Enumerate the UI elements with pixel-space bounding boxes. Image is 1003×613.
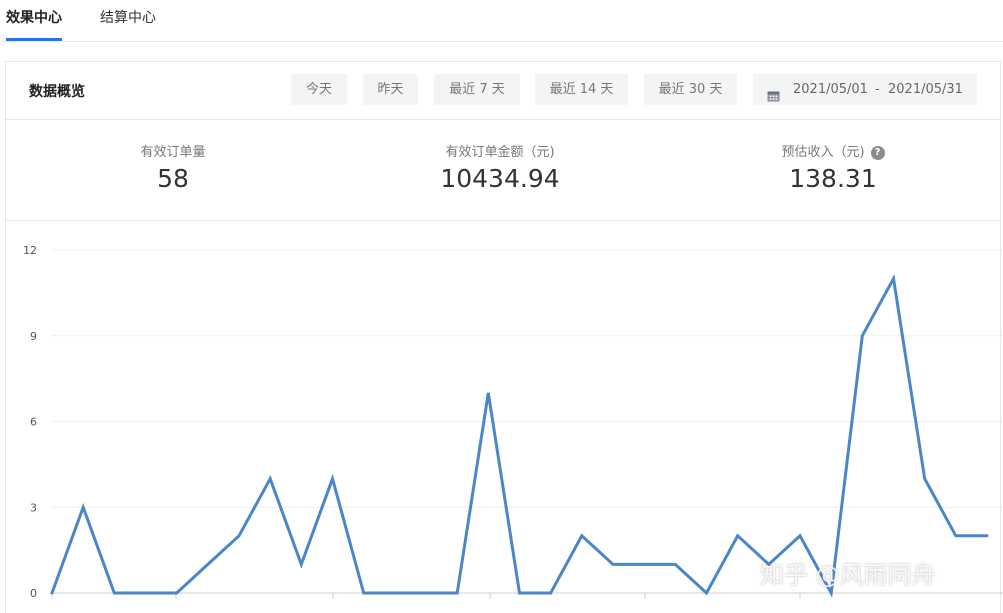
data-point: [300, 563, 303, 566]
metric-label: 有效订单金额（元): [445, 145, 555, 160]
data-point: [175, 592, 178, 595]
card-title: 数据概览: [29, 84, 85, 100]
date-range-start: 2021/05/01: [793, 82, 868, 97]
data-point: [986, 534, 989, 537]
date-range-end: 2021/05/31: [888, 82, 963, 97]
range-30-days-button[interactable]: 最近 30 天: [644, 74, 737, 105]
y-tick-label: 9: [30, 330, 37, 343]
metric-value: 58: [157, 164, 189, 193]
data-point: [799, 534, 802, 537]
metric-value: 10434.94: [440, 164, 560, 193]
data-point: [705, 592, 708, 595]
y-tick-label: 3: [30, 501, 37, 514]
data-point: [113, 592, 116, 595]
range-14-days-button[interactable]: 最近 14 天: [535, 74, 628, 105]
card-header: 数据概览 今天 昨天 最近 7 天 最近 14 天 最近 30 天 2021/0…: [6, 62, 1000, 120]
data-point: [830, 592, 833, 595]
watermark-text: 知乎 @风雨同舟: [760, 561, 936, 589]
data-point: [331, 477, 334, 480]
range-yesterday-button[interactable]: 昨天: [363, 74, 418, 105]
data-point: [456, 592, 459, 595]
data-point: [580, 534, 583, 537]
series-line: [50, 273, 989, 598]
data-point: [674, 563, 677, 566]
data-point: [144, 592, 147, 595]
data-point: [643, 563, 646, 566]
data-point: [861, 334, 864, 337]
data-point: [269, 477, 272, 480]
range-7-days-button[interactable]: 最近 7 天: [434, 74, 520, 105]
metric-value: 138.31: [789, 164, 877, 193]
data-point: [549, 592, 552, 595]
data-point: [923, 477, 926, 480]
data-point: [487, 391, 490, 394]
metric-estimated-income: 预估收入（元)? 138.31: [683, 120, 983, 221]
date-range-separator: -: [875, 82, 880, 97]
tab-performance-center[interactable]: 效果中心: [6, 9, 62, 27]
y-tick-label: 12: [23, 244, 37, 257]
data-point: [206, 563, 209, 566]
y-tick-label: 6: [30, 416, 37, 429]
data-point: [51, 592, 54, 595]
date-range-picker[interactable]: 2021/05/01 - 2021/05/31: [753, 74, 977, 105]
range-today-button[interactable]: 今天: [291, 74, 347, 105]
metric-label: 预估收入（元)?: [683, 141, 983, 160]
data-point: [518, 592, 521, 595]
metric-valid-orders: 有效订单量 58: [23, 120, 323, 221]
data-point: [362, 592, 365, 595]
data-point: [736, 534, 739, 537]
y-tick-label: 0: [30, 587, 37, 600]
metric-label: 有效订单量: [140, 145, 206, 160]
data-point: [425, 592, 428, 595]
top-tab-bar: 效果中心 结算中心: [0, 0, 1003, 42]
calendar-icon: [767, 83, 780, 114]
data-point: [82, 506, 85, 509]
metric-valid-order-amount: 有效订单金额（元) 10434.94: [350, 120, 650, 221]
active-tab-indicator: [6, 38, 62, 41]
metrics-row: 有效订单量 58 有效订单金额（元) 10434.94 预估收入（元)? 138…: [6, 120, 1000, 221]
data-point: [954, 534, 957, 537]
question-circle-icon[interactable]: ?: [870, 146, 885, 160]
data-point: [393, 592, 396, 595]
tab-settlement-center[interactable]: 结算中心: [100, 9, 156, 27]
data-point: [612, 563, 615, 566]
metric-label-text: 预估收入（元): [781, 145, 865, 160]
data-point: [892, 277, 895, 280]
data-point: [238, 534, 241, 537]
